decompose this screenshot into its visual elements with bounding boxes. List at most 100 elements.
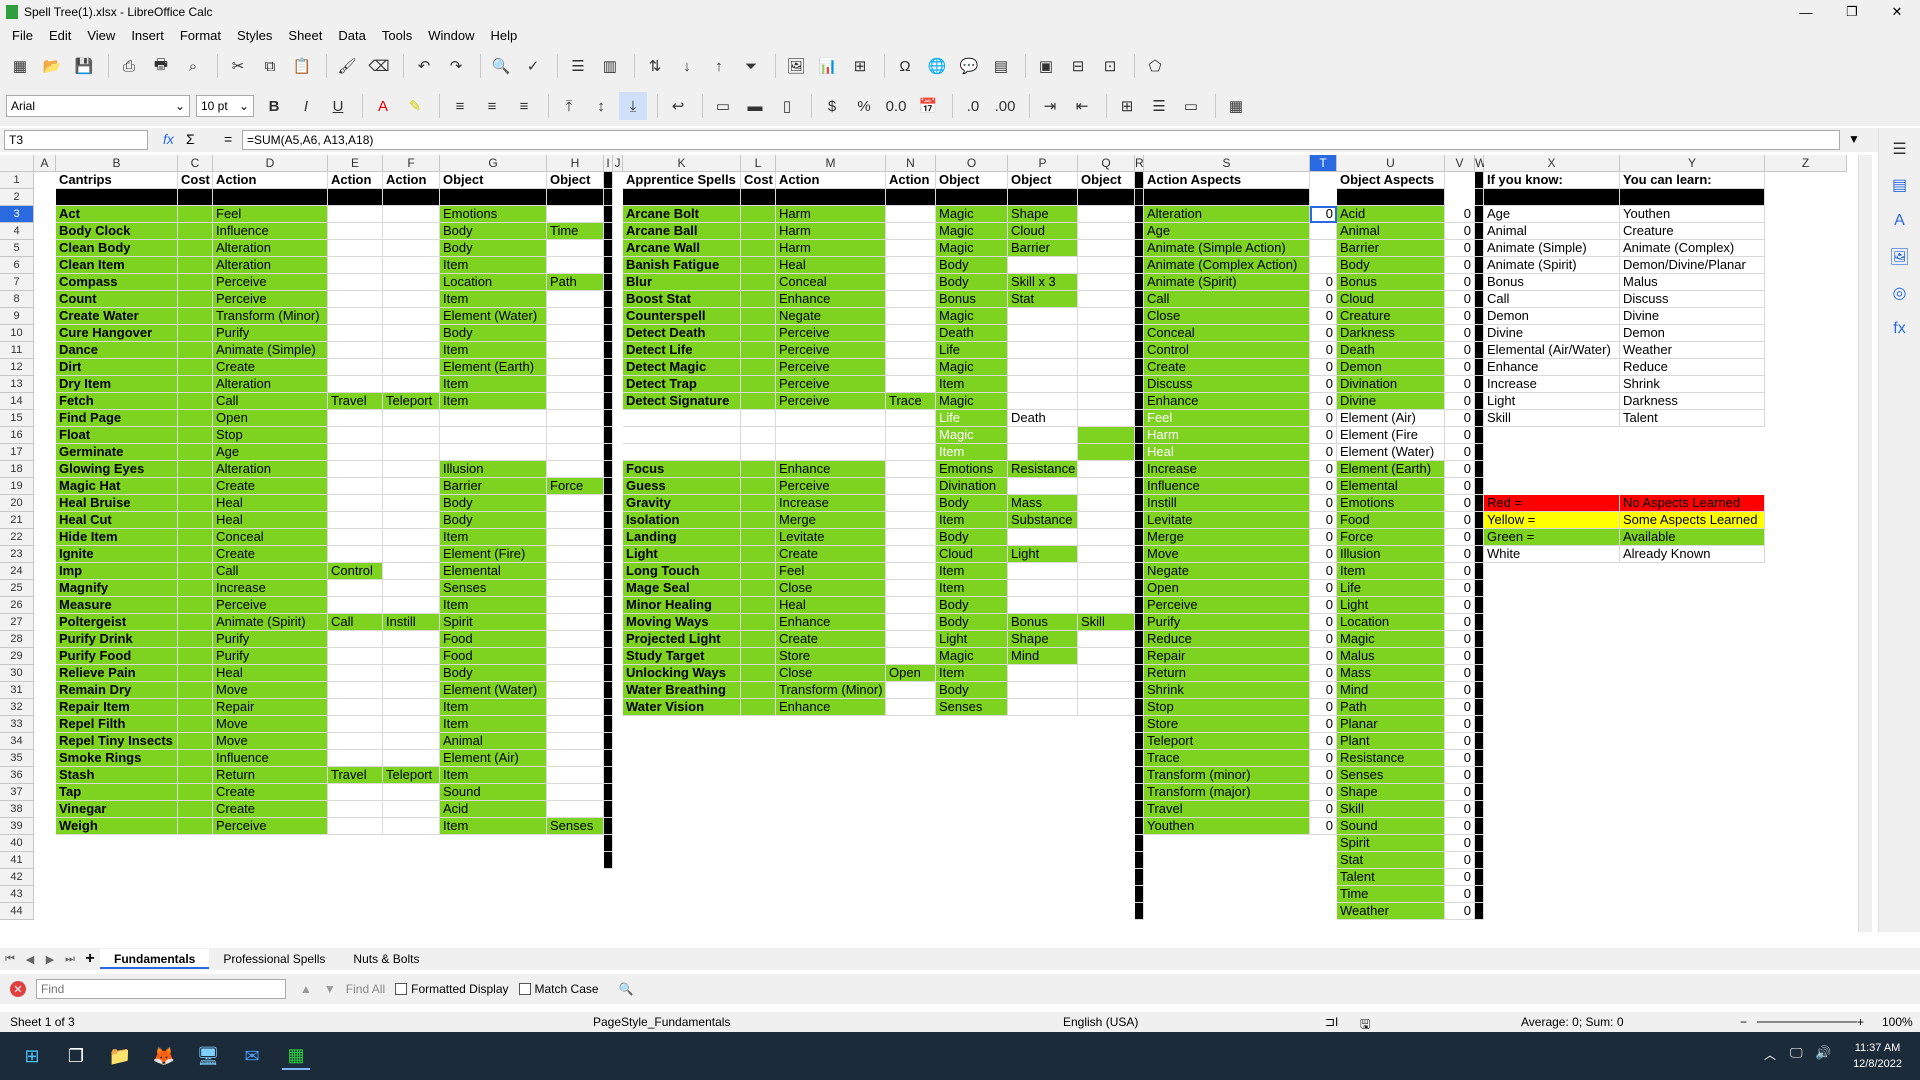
- align-center-icon[interactable]: ≡: [478, 92, 506, 120]
- cost-cell[interactable]: [741, 206, 776, 223]
- apprentice-cell[interactable]: [1008, 597, 1078, 614]
- apprentice-name[interactable]: Moving Ways: [623, 614, 741, 631]
- cantrip-cell[interactable]: Alteration: [213, 257, 328, 274]
- aspect-count[interactable]: 0: [1310, 597, 1337, 614]
- cantrip-cell[interactable]: [383, 291, 440, 308]
- apprentice-cell[interactable]: Item: [936, 444, 1008, 461]
- unmerge-icon[interactable]: ▯: [773, 92, 801, 120]
- apprentice-cell[interactable]: Harm: [776, 223, 886, 240]
- apprentice-name[interactable]: [623, 410, 741, 427]
- object-aspect[interactable]: Plant: [1337, 733, 1445, 750]
- separator-cell[interactable]: [1475, 631, 1484, 648]
- apprentice-cell[interactable]: [886, 512, 936, 529]
- cost-cell[interactable]: [741, 563, 776, 580]
- font-size-combo[interactable]: 10 pt ⌄: [196, 95, 254, 117]
- formula-icon[interactable]: =: [224, 131, 232, 147]
- separator-cell[interactable]: [1135, 512, 1144, 529]
- apprentice-cell[interactable]: Death: [936, 325, 1008, 342]
- separator-cell[interactable]: [1135, 784, 1144, 801]
- find-replace-icon[interactable]: 🔍: [487, 52, 515, 80]
- cost-cell[interactable]: [741, 444, 776, 461]
- cantrip-cell[interactable]: [547, 665, 604, 682]
- legend-key[interactable]: White: [1484, 546, 1620, 563]
- apprentice-name[interactable]: Long Touch: [623, 563, 741, 580]
- cost-cell[interactable]: [741, 274, 776, 291]
- apprentice-cell[interactable]: Item: [936, 376, 1008, 393]
- separator-cell[interactable]: [1135, 376, 1144, 393]
- column-header-R[interactable]: R: [1135, 155, 1144, 172]
- add-sheet-icon[interactable]: +: [80, 950, 100, 968]
- row-header[interactable]: 27: [0, 614, 34, 631]
- column-header-H[interactable]: H: [547, 155, 604, 172]
- apprentice-cell[interactable]: Magic: [936, 427, 1008, 444]
- row-header[interactable]: 2: [0, 189, 34, 206]
- object-aspect[interactable]: Emotions: [1337, 495, 1445, 512]
- cantrip-cell[interactable]: [547, 240, 604, 257]
- header-cell[interactable]: Cost: [741, 172, 776, 189]
- learn-to[interactable]: Darkness: [1620, 393, 1765, 410]
- cost-cell[interactable]: [741, 308, 776, 325]
- action-aspect[interactable]: Conceal: [1144, 325, 1310, 342]
- separator-cell[interactable]: [1135, 563, 1144, 580]
- cantrip-cell[interactable]: Sound: [440, 784, 547, 801]
- separator-cell[interactable]: [1135, 835, 1144, 852]
- object-aspect[interactable]: Cloud: [1337, 291, 1445, 308]
- object-aspect[interactable]: Creature: [1337, 308, 1445, 325]
- object-aspect-count[interactable]: 0: [1445, 563, 1475, 580]
- cantrip-cell[interactable]: [383, 410, 440, 427]
- cantrip-cell[interactable]: Heal: [213, 512, 328, 529]
- object-aspect-count[interactable]: 0: [1445, 665, 1475, 682]
- cantrip-name[interactable]: Smoke Rings: [56, 750, 178, 767]
- learn-from[interactable]: Skill: [1484, 410, 1620, 427]
- column-header-D[interactable]: D: [213, 155, 328, 172]
- learn-from[interactable]: Animal: [1484, 223, 1620, 240]
- row-header[interactable]: 28: [0, 631, 34, 648]
- separator-cell[interactable]: [1475, 172, 1484, 189]
- zoom-slider[interactable]: [1757, 1021, 1857, 1023]
- apprentice-cell[interactable]: [1008, 682, 1078, 699]
- cantrip-name[interactable]: Cure Hangover: [56, 325, 178, 342]
- separator-cell[interactable]: [1475, 546, 1484, 563]
- apprentice-cell[interactable]: [1008, 580, 1078, 597]
- row-header[interactable]: 40: [0, 835, 34, 852]
- cost-cell[interactable]: [741, 342, 776, 359]
- cantrip-cell[interactable]: [328, 665, 383, 682]
- separator-cell[interactable]: [1135, 223, 1144, 240]
- cantrip-cell[interactable]: [547, 359, 604, 376]
- separator-cell[interactable]: [604, 427, 613, 444]
- apprentice-cell[interactable]: Merge: [776, 512, 886, 529]
- cantrip-name[interactable]: Purify Food: [56, 648, 178, 665]
- separator-cell[interactable]: [1475, 410, 1484, 427]
- cost-cell[interactable]: [741, 699, 776, 716]
- cantrip-cell[interactable]: Food: [440, 648, 547, 665]
- cost-cell[interactable]: [741, 665, 776, 682]
- maximize-button[interactable]: ❐: [1829, 0, 1875, 24]
- cantrip-cell[interactable]: Stop: [213, 427, 328, 444]
- apprentice-cell[interactable]: [1078, 495, 1135, 512]
- cost-cell[interactable]: [178, 818, 213, 835]
- object-aspect[interactable]: Spirit: [1337, 835, 1445, 852]
- learn-to[interactable]: Reduce: [1620, 359, 1765, 376]
- apprentice-cell[interactable]: [886, 597, 936, 614]
- apprentice-cell[interactable]: [886, 631, 936, 648]
- function-wizard-icon[interactable]: fx: [163, 131, 174, 147]
- aspect-count[interactable]: 0: [1310, 716, 1337, 733]
- cantrip-cell[interactable]: Create: [213, 784, 328, 801]
- row-header[interactable]: 3: [0, 206, 34, 223]
- cantrip-name[interactable]: Magic Hat: [56, 478, 178, 495]
- cantrip-cell[interactable]: Emotions: [440, 206, 547, 223]
- cantrip-cell[interactable]: Alteration: [213, 376, 328, 393]
- apprentice-name[interactable]: Guess: [623, 478, 741, 495]
- cost-cell[interactable]: [178, 682, 213, 699]
- separator-cell[interactable]: [604, 308, 613, 325]
- action-aspect[interactable]: Stop: [1144, 699, 1310, 716]
- row-header[interactable]: 14: [0, 393, 34, 410]
- cantrip-name[interactable]: Remain Dry: [56, 682, 178, 699]
- aspect-count[interactable]: 0: [1310, 767, 1337, 784]
- cantrip-cell[interactable]: Illusion: [440, 461, 547, 478]
- cantrip-cell[interactable]: [383, 631, 440, 648]
- object-aspect[interactable]: Darkness: [1337, 325, 1445, 342]
- cantrip-cell[interactable]: [383, 818, 440, 835]
- object-aspect[interactable]: Item: [1337, 563, 1445, 580]
- action-aspect[interactable]: Trace: [1144, 750, 1310, 767]
